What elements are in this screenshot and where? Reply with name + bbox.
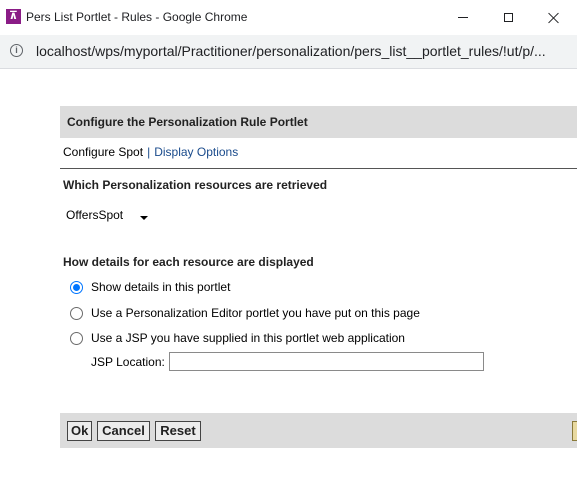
close-button[interactable] <box>531 0 577 35</box>
tab-display-options[interactable]: Display Options <box>154 145 238 159</box>
radio-button[interactable] <box>70 280 83 294</box>
config-tabs: Configure Spot | Display Options <box>63 145 238 159</box>
cancel-button[interactable]: Cancel <box>97 421 150 441</box>
radio-option-jsp[interactable]: Use a JSP you have supplied in this port… <box>70 330 405 346</box>
radio-button[interactable] <box>70 331 83 345</box>
minimize-icon <box>458 17 468 18</box>
resources-label: Which Personalization resources are retr… <box>63 178 328 192</box>
jsp-location-row: JSP Location: <box>91 352 484 371</box>
page-content: Configure the Personalization Rule Portl… <box>0 69 577 503</box>
radio-label: Show details in this portlet <box>91 280 231 294</box>
minimize-button[interactable] <box>440 0 486 35</box>
radio-option-editor-portlet[interactable]: Use a Personalization Editor portlet you… <box>70 305 420 321</box>
ok-button[interactable]: Ok <box>67 421 92 441</box>
reset-button[interactable]: Reset <box>155 421 201 441</box>
title-bar: ⊼ Pers List Portlet - Rules - Google Chr… <box>0 0 577 35</box>
jsp-location-input[interactable] <box>168 352 484 371</box>
partial-button[interactable] <box>572 421 577 441</box>
info-icon[interactable]: i <box>10 44 23 57</box>
radio-button[interactable] <box>70 306 83 320</box>
window-title: Pers List Portlet - Rules - Google Chrom… <box>26 10 248 24</box>
portlet-header: Configure the Personalization Rule Portl… <box>60 106 577 138</box>
maximize-button[interactable] <box>485 0 531 35</box>
browser-window: ⊼ Pers List Portlet - Rules - Google Chr… <box>0 0 577 503</box>
radio-label: Use a Personalization Editor portlet you… <box>91 306 420 320</box>
jsp-location-label: JSP Location: <box>91 354 165 369</box>
portlet-title: Configure the Personalization Rule Portl… <box>67 115 308 129</box>
tab-configure-spot: Configure Spot <box>63 145 144 159</box>
close-icon <box>548 12 560 24</box>
tab-separator: | <box>147 145 151 159</box>
chevron-down-icon <box>140 216 148 220</box>
button-bar: Ok Cancel Reset <box>60 413 577 448</box>
url-text[interactable]: localhost/wps/myportal/Practitioner/pers… <box>36 43 546 59</box>
details-label: How details for each resource are displa… <box>63 255 314 269</box>
radio-option-this-portlet[interactable]: Show details in this portlet <box>70 279 230 295</box>
maximize-icon <box>503 13 513 22</box>
radio-label: Use a JSP you have supplied in this port… <box>91 331 405 345</box>
portal-logo-icon: ⊼ <box>6 9 21 24</box>
divider <box>60 168 577 169</box>
resource-select[interactable]: OffersSpot <box>62 204 158 226</box>
resource-select-value: OffersSpot <box>66 208 124 222</box>
address-bar[interactable]: i localhost/wps/myportal/Practitioner/pe… <box>0 35 577 69</box>
